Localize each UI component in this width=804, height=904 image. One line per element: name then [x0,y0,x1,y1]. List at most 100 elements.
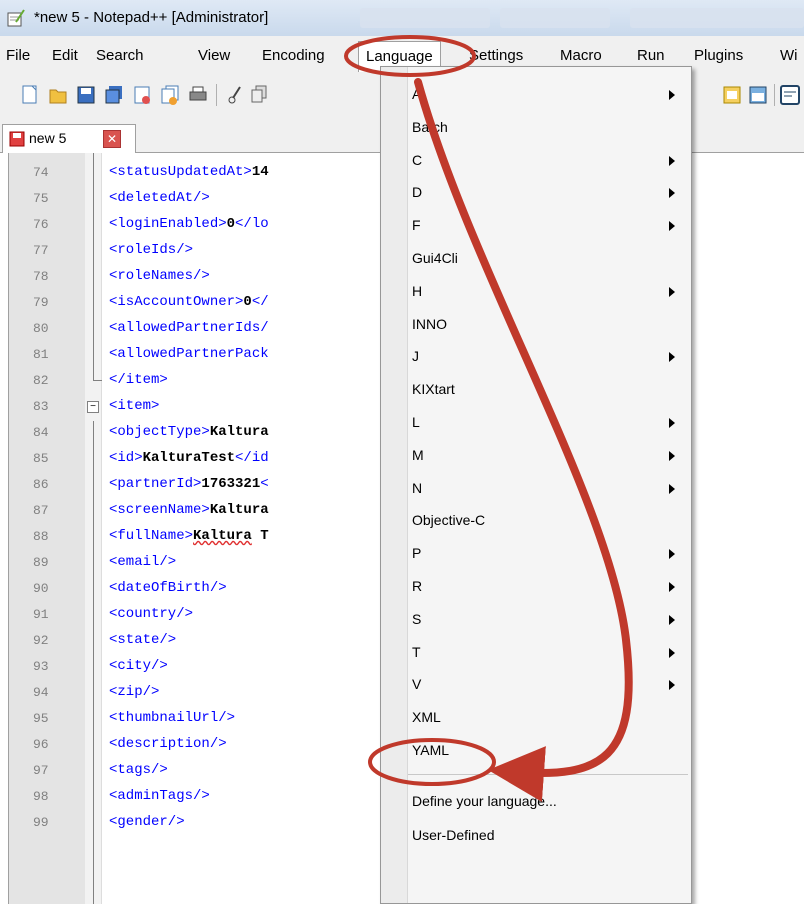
fold-toggle-icon[interactable]: − [87,401,99,413]
code-text: <dateOfBirth/> [109,580,227,596]
language-item-c[interactable]: C [408,147,691,175]
language-item-n[interactable]: N [408,475,691,503]
language-item-v[interactable]: V [408,671,691,699]
menu-window[interactable]: Wi [780,47,798,64]
language-item-t[interactable]: T [408,639,691,667]
toolbar-separator [216,84,217,106]
tab-close-icon[interactable]: ✕ [103,130,121,148]
line-number: 85 [33,451,49,466]
open-file-icon[interactable] [48,84,68,106]
submenu-arrow-icon [669,647,675,658]
language-item-l[interactable]: L [408,409,691,437]
line-number: 74 [33,165,49,180]
xml-tag: <email/> [109,554,177,570]
xml-tag: <statusUpdatedAt> [109,164,252,180]
submenu-arrow-icon [669,483,675,494]
language-item-label: YAML [412,742,450,758]
language-item-gui4cli[interactable]: Gui4Cli [408,245,691,273]
background-taskbar-item [630,8,804,28]
xml-tag: <country/> [109,606,194,622]
language-item-objective-c[interactable]: Objective-C [408,507,691,535]
code-text: <isAccountOwner>0</ [109,294,269,310]
submenu-arrow-icon [669,680,675,691]
language-item-s[interactable]: S [408,606,691,634]
xml-text: Kaltura [209,424,269,440]
xml-tag: <allowedPartnerPack [109,346,269,362]
line-number: 99 [33,815,49,830]
close-all-icon[interactable] [160,84,180,106]
save-all-icon[interactable] [104,84,124,106]
language-item-d[interactable]: D [408,179,691,207]
menu-macro[interactable]: Macro [560,47,602,64]
menu-encoding[interactable]: Encoding [262,47,325,64]
xml-tag: <adminTags/> [109,788,210,804]
menu-item-label: User-Defined [412,826,495,843]
language-item-label: Objective-C [412,512,486,529]
line-number: 93 [33,659,49,674]
submenu-arrow-icon [669,549,675,560]
xml-tag: <fullName> [109,528,194,544]
save-icon[interactable] [76,84,96,106]
xml-tag: <id> [109,450,143,466]
language-item-p[interactable]: P [408,540,691,568]
language-item-inno[interactable]: INNO [408,311,691,339]
xml-text: 14 [251,164,269,180]
new-file-icon[interactable] [20,84,40,106]
language-item-m[interactable]: M [408,442,691,470]
xml-text: 0 [226,216,236,232]
menu-edit[interactable]: Edit [52,47,78,64]
menu-view[interactable]: View [198,47,230,64]
fold-end-marker [93,367,102,381]
code-text: <zip/> [109,684,159,700]
code-text: <gender/> [109,814,185,830]
define-your-language-item[interactable]: Define your language... [408,788,691,816]
language-item-h[interactable]: H [408,278,691,306]
language-item-label: Batch [412,118,448,135]
wrap-icon[interactable] [780,84,800,106]
language-item-label: XML [412,709,441,726]
submenu-arrow-icon [669,286,675,297]
window-title: *new 5 - Notepad++ [Administrator] [34,9,269,26]
cut-icon[interactable] [226,84,246,106]
language-item-batch[interactable]: Batch [408,114,691,142]
menu-run[interactable]: Run [637,47,665,64]
xml-tag: <loginEnabled> [109,216,227,232]
language-item-yaml[interactable]: YAML [408,737,691,765]
user-defined-item[interactable]: User-Defined [408,822,691,850]
language-item-r[interactable]: R [408,573,691,601]
language-item-f[interactable]: F [408,212,691,240]
code-text: <item> [109,398,159,414]
language-item-label: H [412,282,423,299]
menu-settings[interactable]: Settings [469,47,523,64]
close-file-icon[interactable] [132,84,152,106]
line-number: 83 [33,399,49,414]
menu-search[interactable]: Search [96,47,144,64]
language-item-kixtart[interactable]: KIXtart [408,376,691,404]
code-text: <statusUpdatedAt>14 [109,164,269,180]
line-number: 87 [33,503,49,518]
language-item-label: L [412,414,420,430]
language-item-j[interactable]: J [408,343,691,371]
language-item-xml[interactable]: XML [408,704,691,732]
print-icon[interactable] [188,84,208,106]
copy-icon[interactable] [250,84,270,106]
submenu-arrow-icon [669,90,675,100]
language-item-label: J [412,348,419,365]
menu-file[interactable]: File [6,47,30,64]
code-text: <thumbnailUrl/> [109,710,235,726]
code-text: <roleNames/> [109,268,210,284]
panel-icon[interactable] [722,84,742,106]
language-item-a[interactable]: A [408,81,691,109]
menu-plugins[interactable]: Plugins [694,47,743,64]
xml-tag: <dateOfBirth/> [109,580,227,596]
tab-new-5[interactable]: new 5 ✕ [2,124,136,153]
xml-tag: <isAccountOwner> [109,294,244,310]
xml-tag: <item> [109,398,160,414]
line-number: 81 [33,347,49,362]
language-item-label: R [412,578,423,594]
xml-tag: <roleNames/> [109,268,210,284]
window-panel-icon[interactable] [748,84,768,106]
title-bar: *new 5 - Notepad++ [Administrator] [0,0,804,36]
tab-label: new 5 [29,130,67,146]
xml-text: Kaltura [193,528,252,544]
